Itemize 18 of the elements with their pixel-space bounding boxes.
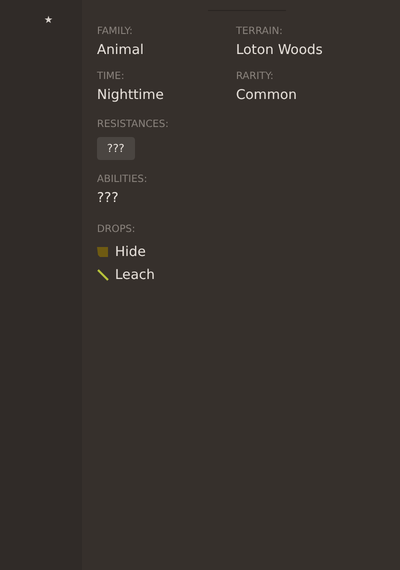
ability-value: ???	[97, 190, 120, 206]
stick-icon	[97, 268, 109, 280]
field-label: RARITY:	[236, 71, 275, 82]
field-label: TERRAIN:	[236, 26, 284, 37]
field-value: Loton Woods	[236, 42, 324, 58]
section-label: ABILITIES:	[97, 174, 148, 185]
section-label: DROPS:	[97, 224, 136, 235]
field-value: Animal	[97, 42, 145, 58]
field-label: TIME:	[97, 71, 126, 82]
star-icon: ★	[44, 15, 53, 26]
resistance-tag: ???	[97, 137, 135, 160]
field-label: FAMILY:	[97, 26, 134, 37]
field-value: Common	[236, 87, 298, 103]
section-label: RESISTANCES:	[97, 119, 170, 130]
drop-name: Leach	[115, 266, 155, 282]
field-value: Nighttime	[97, 87, 165, 103]
drop-name: Hide	[115, 244, 146, 260]
hide-icon	[97, 246, 109, 258]
